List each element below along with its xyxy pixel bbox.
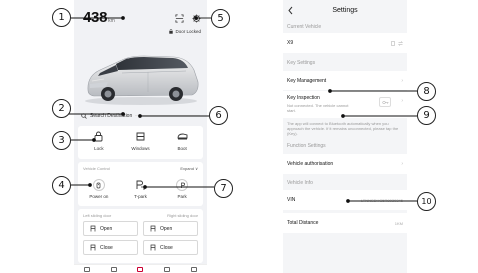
right-door-title: Right sliding door bbox=[167, 213, 198, 218]
search-destination[interactable]: Search Destination bbox=[81, 111, 200, 120]
callout-8: 8 bbox=[417, 82, 436, 101]
tab-home[interactable] bbox=[84, 266, 91, 272]
total-distance-value: 1KM bbox=[394, 220, 403, 226]
right-door-open-button[interactable]: Open bbox=[143, 221, 198, 236]
settings-title: Settings bbox=[332, 7, 358, 14]
callout-3: 3 bbox=[52, 131, 71, 150]
boot-label: Boot bbox=[177, 146, 187, 151]
vin-value: LTNNSDHC5R8030345 bbox=[360, 197, 403, 203]
settings-nav: Settings bbox=[283, 0, 407, 21]
search-underline bbox=[135, 115, 200, 116]
door-status: Door Locked bbox=[169, 29, 201, 34]
vehicle-authorisation-row[interactable]: Vehicle authorisation › bbox=[283, 154, 407, 174]
t-park-button[interactable]: T-park bbox=[125, 179, 155, 199]
right-door-close-button[interactable]: Close bbox=[143, 240, 198, 255]
t-park-icon bbox=[137, 180, 145, 190]
key-inspection-status: Not connected. The vehicle cannot start. bbox=[287, 103, 349, 113]
windows-label: Windows bbox=[131, 146, 150, 151]
function-settings-label: Function Settings bbox=[287, 143, 326, 149]
range-unit: km bbox=[108, 18, 115, 24]
left-door-close-button[interactable]: Close bbox=[83, 240, 138, 255]
chevron-right-icon: › bbox=[401, 161, 403, 167]
park-label: Park bbox=[177, 194, 187, 199]
t-park-label: T-park bbox=[134, 194, 147, 199]
callout-7: 7 bbox=[214, 179, 233, 198]
vin-label: VIN bbox=[287, 197, 296, 203]
search-label: Search Destination bbox=[90, 112, 133, 119]
back-chevron-icon[interactable] bbox=[287, 6, 294, 15]
key-settings-label: Key Settings bbox=[287, 60, 316, 66]
door-icon bbox=[150, 225, 156, 232]
door-icon bbox=[90, 225, 96, 232]
vehicle-edit-icon bbox=[391, 40, 395, 46]
bottom-tab-bar bbox=[74, 264, 207, 273]
key-icon[interactable] bbox=[379, 97, 391, 107]
callout-2: 2 bbox=[52, 99, 71, 118]
vehicle-control-title: Vehicle Control bbox=[83, 166, 110, 171]
lock-button[interactable]: Lock bbox=[84, 131, 114, 151]
total-distance-row: Total Distance 1KM bbox=[283, 213, 407, 233]
key-management-label: Key Management bbox=[287, 77, 327, 84]
settings-gear-icon[interactable] bbox=[192, 14, 201, 23]
power-on-button[interactable]: Power on bbox=[84, 179, 114, 199]
chevron-right-icon: › bbox=[401, 77, 403, 84]
tab-service[interactable] bbox=[110, 266, 117, 272]
quick-actions-card: Lock Windows Boot bbox=[78, 126, 203, 159]
vehicle-info-label: Vehicle Info bbox=[287, 180, 313, 186]
door-btn-label: Open bbox=[100, 225, 113, 232]
tab-vehicle[interactable] bbox=[137, 266, 144, 272]
left-door-title: Left sliding door bbox=[83, 213, 112, 218]
power-on-icon bbox=[92, 179, 105, 191]
callout-10: 10 bbox=[417, 192, 436, 211]
callout-4: 4 bbox=[52, 176, 71, 195]
window-icon bbox=[136, 132, 145, 141]
vehicle-control-card: Vehicle Control Expand ∨ Power on T-park bbox=[78, 162, 203, 206]
vin-row: VIN LTNNSDHC5R8030345 bbox=[283, 190, 407, 210]
bluetooth-note: The app will connect to Bluetooth automa… bbox=[287, 121, 399, 136]
total-distance-label: Total Distance bbox=[287, 220, 319, 226]
settings-screen: Settings Current Vehicle X9 Key Settings… bbox=[283, 0, 407, 273]
tab-profile[interactable] bbox=[190, 266, 197, 272]
vehicle-image bbox=[85, 55, 199, 105]
lock-label: Lock bbox=[94, 146, 104, 151]
tab-shop[interactable] bbox=[164, 266, 171, 272]
door-status-text: Door Locked bbox=[175, 29, 201, 34]
key-inspection-row[interactable]: Key Inspection Not connected. The vehicl… bbox=[283, 91, 407, 118]
park-icon bbox=[176, 179, 189, 191]
lock-icon bbox=[94, 131, 103, 142]
callout-9: 9 bbox=[417, 106, 436, 125]
door-icon bbox=[150, 244, 156, 251]
switch-icon bbox=[398, 40, 403, 46]
door-btn-label: Close bbox=[100, 244, 113, 251]
vehicle-control-expand[interactable]: Expand ∨ bbox=[180, 166, 198, 171]
range-value: 438 bbox=[83, 9, 108, 26]
key-management-row[interactable]: Key Management › bbox=[283, 71, 407, 90]
header-actions bbox=[175, 14, 201, 23]
vehicle-name: X9 bbox=[287, 40, 294, 46]
search-icon bbox=[81, 112, 87, 119]
vehicle-row[interactable]: X9 bbox=[283, 33, 407, 53]
door-icon bbox=[90, 244, 96, 251]
home-screen: 438 km Door Locked Search Destination Lo… bbox=[74, 0, 207, 273]
chevron-right-icon: › bbox=[401, 98, 403, 104]
door-btn-label: Close bbox=[160, 244, 173, 251]
manual-figure: 438 km Door Locked Search Destination Lo… bbox=[0, 0, 478, 273]
park-button[interactable]: Park bbox=[167, 179, 197, 199]
callout-1: 1 bbox=[52, 8, 71, 27]
left-door-open-button[interactable]: Open bbox=[83, 221, 138, 236]
boot-button[interactable]: Boot bbox=[167, 131, 197, 151]
power-on-label: Power on bbox=[89, 194, 109, 199]
callout-5: 5 bbox=[211, 9, 230, 28]
current-vehicle-label: Current Vehicle bbox=[287, 24, 322, 30]
vehicle-authorisation-label: Vehicle authorisation bbox=[287, 161, 334, 167]
windows-button[interactable]: Windows bbox=[125, 131, 155, 151]
scan-icon[interactable] bbox=[175, 14, 184, 23]
sliding-doors-card: Left sliding door Right sliding door Ope… bbox=[78, 209, 203, 263]
callout-6: 6 bbox=[209, 106, 228, 125]
range-display: 438 km bbox=[83, 9, 115, 26]
boot-icon bbox=[177, 133, 188, 140]
door-btn-label: Open bbox=[160, 225, 173, 232]
lock-small-icon bbox=[169, 29, 174, 34]
